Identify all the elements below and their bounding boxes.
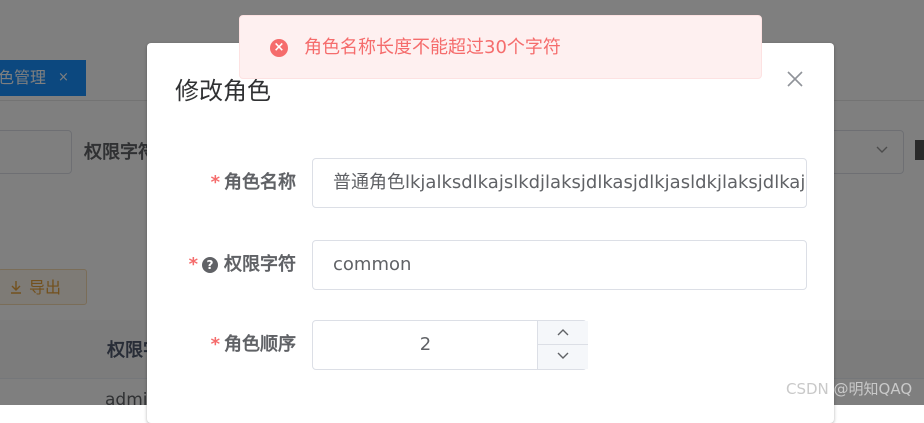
form-row-permission: *? 权限字符 common (147, 240, 834, 290)
error-message-toast: × 角色名称长度不能超过30个字符 (239, 15, 762, 79)
chevron-up-icon (557, 329, 569, 336)
required-mark: * (210, 172, 220, 193)
role-name-label-text: 角色名称 (224, 172, 296, 193)
increment-button[interactable] (538, 321, 588, 345)
order-label: * 角色顺序 (211, 320, 296, 370)
form-row-role-name: * 角色名称 普通角色lkjalksdlkajslkdjlaksjdlkasjdl… (147, 158, 834, 208)
close-icon[interactable] (783, 65, 807, 93)
form-row-order: * 角色顺序 2 (147, 320, 834, 370)
order-label-text: 角色顺序 (224, 334, 296, 355)
stepper-buttons (537, 321, 588, 369)
watermark: CSDN @明知QAQ (786, 380, 913, 398)
permission-label: *? 权限字符 (189, 240, 296, 290)
role-name-label: * 角色名称 (211, 158, 296, 208)
chevron-down-icon (557, 352, 569, 359)
question-icon[interactable]: ? (202, 257, 218, 273)
edit-role-dialog: 修改角色 * 角色名称 普通角色lkjalksdlkajslkdjlaksjdlk… (147, 43, 834, 423)
order-stepper[interactable]: 2 (312, 320, 588, 370)
role-name-input[interactable]: 普通角色lkjalksdlkajslkdjlaksjdlkasjdlkjasld… (312, 158, 807, 208)
required-mark: * (210, 334, 220, 355)
error-message-text: 角色名称长度不能超过30个字符 (304, 37, 561, 58)
error-circle-icon: × (270, 39, 288, 57)
decrement-button[interactable] (538, 345, 588, 369)
permission-input[interactable]: common (312, 240, 807, 290)
permission-label-text: 权限字符 (224, 254, 296, 275)
order-value[interactable]: 2 (313, 321, 538, 369)
required-mark: * (188, 254, 198, 275)
